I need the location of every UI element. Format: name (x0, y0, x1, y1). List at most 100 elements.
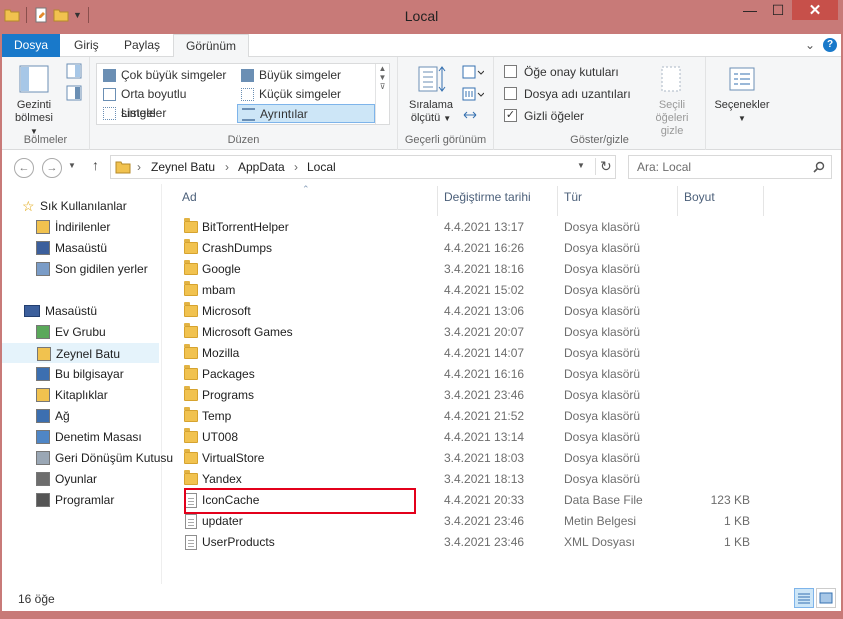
layout-details[interactable]: Ayrıntılar (237, 104, 375, 123)
layout-list[interactable]: Listele (99, 104, 235, 123)
hide-selected-button[interactable]: Seçili öğeleri gizle (642, 65, 702, 138)
layout-medium-icons[interactable]: Orta boyutlu simgeler (99, 85, 235, 120)
nav-desktop-item[interactable]: Ağ (2, 406, 70, 426)
nav-desktop-item[interactable]: Oyunlar (2, 469, 97, 489)
games-icon (36, 472, 50, 486)
nav-label: Oyunlar (55, 472, 98, 486)
file-name: Google (202, 262, 241, 276)
forward-button[interactable]: → (42, 158, 62, 178)
nav-favorites[interactable]: ☆ Sık Kullanılanlar (2, 196, 127, 216)
file-extensions-toggle[interactable]: Dosya adı uzantıları (504, 87, 631, 103)
preview-pane-icon[interactable] (66, 63, 82, 79)
options-button[interactable]: Seçenekler ▼ (710, 65, 774, 125)
recent-locations-icon[interactable]: ▼ (68, 161, 76, 170)
group-by-icon[interactable] (462, 65, 484, 81)
options-label: Seçenekler (714, 99, 770, 111)
breadcrumb-item[interactable]: Zeynel Batu (151, 160, 215, 174)
column-header-name[interactable]: Ad (182, 190, 197, 204)
layout-small-icons[interactable]: Küçük simgeler (237, 85, 375, 104)
nav-favorite-item[interactable]: Son gidilen yerler (2, 259, 148, 279)
refresh-icon[interactable]: ↻ (595, 158, 612, 175)
file-row[interactable]: BitTorrentHelper 4.4.2021 13:17 Dosya klas… (174, 217, 794, 238)
column-header-size[interactable]: Boyut (684, 190, 715, 204)
chevron-right-icon[interactable]: › (294, 160, 298, 174)
layout-extra-large-icons[interactable]: Çok büyük simgeler (99, 66, 235, 85)
checkbox-label: Öğe onay kutuları (524, 65, 619, 79)
breadcrumb-item[interactable]: AppData (238, 160, 285, 174)
maximize-button[interactable]: ☐ (764, 0, 792, 20)
file-row[interactable]: CrashDumps 4.4.2021 16:26 Dosya klasörü (174, 238, 794, 259)
close-button[interactable]: ✕ (792, 0, 838, 20)
checkbox-checked[interactable]: ✓ (504, 109, 517, 122)
file-date: 4.4.2021 21:52 (444, 409, 525, 423)
file-row[interactable]: Packages 4.4.2021 16:16 Dosya klasörü (174, 364, 794, 385)
up-arrow-icon[interactable]: ↑ (92, 157, 99, 173)
file-row[interactable]: updater 3.4.2021 23:46 Metin Belgesi 1 KB (174, 511, 794, 532)
search-input[interactable]: Ara: Local (637, 160, 691, 174)
nav-desktop[interactable]: Masaüstü (2, 301, 97, 321)
layout-large-icons[interactable]: Büyük simgeler (237, 66, 375, 85)
file-row[interactable]: Temp 4.4.2021 21:52 Dosya klasörü (174, 406, 794, 427)
details-view-button[interactable] (794, 588, 814, 608)
file-row[interactable]: UT008 4.4.2021 13:14 Dosya klasörü (174, 427, 794, 448)
file-row[interactable]: Microsoft Games 3.4.2021 20:07 Dosya klasö… (174, 322, 794, 343)
layout-gallery-scroll[interactable]: ▲ ▼ ⊽ (375, 64, 389, 124)
tab-share[interactable]: Paylaş (112, 34, 172, 57)
size-columns-icon[interactable] (462, 107, 478, 123)
chevron-right-icon[interactable]: › (225, 160, 229, 174)
add-columns-icon[interactable] (462, 87, 484, 103)
back-button[interactable]: ← (14, 158, 34, 178)
tab-file[interactable]: Dosya (2, 34, 60, 57)
file-row[interactable]: VirtualStore 3.4.2021 18:03 Dosya klasörü (174, 448, 794, 469)
file-type: Dosya klasörü (564, 472, 641, 486)
hidden-items-toggle[interactable]: ✓ Gizli öğeler (504, 109, 584, 125)
sort-by-button[interactable]: Sıralama ölçütü ▼ (404, 63, 458, 125)
column-divider[interactable] (557, 186, 558, 216)
file-row[interactable]: UserProducts 3.4.2021 23:46 XML Dosyası 1 K… (174, 532, 794, 553)
nav-desktop-item[interactable]: Programlar (2, 490, 114, 510)
column-divider[interactable] (677, 186, 678, 216)
minimize-button[interactable]: — (736, 0, 764, 20)
nav-desktop-item[interactable]: Ev Grubu (2, 322, 106, 342)
folder-icon (115, 161, 131, 174)
panes-group-label: Bölmeler (23, 134, 68, 146)
nav-favorite-item[interactable]: İndirilenler (2, 217, 110, 237)
file-row[interactable]: mbam 4.4.2021 15:02 Dosya klasörü (174, 280, 794, 301)
column-header-type[interactable]: Tür (564, 190, 582, 204)
search-icon[interactable] (813, 161, 825, 173)
nav-favorite-item[interactable]: Masaüstü (2, 238, 107, 258)
nav-desktop-item[interactable]: Denetim Masası (2, 427, 142, 447)
navigation-pane-button[interactable]: Gezinti bölmesi ▼ (12, 63, 56, 138)
file-row[interactable]: Yandex 3.4.2021 18:13 Dosya klasörü (174, 469, 794, 490)
nav-desktop-item[interactable]: Geri Dönüşüm Kutusu (2, 448, 173, 468)
small-icons-icon (241, 88, 254, 101)
checkbox[interactable] (504, 87, 517, 100)
help-icon[interactable]: ? (823, 38, 837, 52)
column-divider[interactable] (437, 186, 438, 216)
file-row[interactable]: Google 3.4.2021 18:16 Dosya klasörü (174, 259, 794, 280)
nav-desktop-item[interactable]: Zeynel Batu (2, 343, 159, 363)
large-icons-view-button[interactable] (816, 588, 836, 608)
address-dropdown-icon[interactable]: ▼ (577, 161, 585, 170)
chevron-right-icon[interactable]: › (137, 160, 141, 174)
nav-desktop-item[interactable]: Bu bilgisayar (2, 364, 124, 384)
nav-desktop-item[interactable]: Kitaplıklar (2, 385, 108, 405)
file-row[interactable]: Programs 3.4.2021 23:46 Dosya klasörü (174, 385, 794, 406)
tab-home[interactable]: Giriş (62, 34, 111, 57)
file-row[interactable]: Mozilla 4.4.2021 14:07 Dosya klasörü (174, 343, 794, 364)
file-row[interactable]: Microsoft 4.4.2021 13:06 Dosya klasörü (174, 301, 794, 322)
tab-view[interactable]: Görünüm (173, 34, 250, 58)
details-pane-icon[interactable] (66, 85, 82, 101)
nav-label: İndirilenler (55, 220, 111, 234)
address-bar[interactable]: › Zeynel Batu › AppData › Local ▼ ↻ (110, 155, 616, 179)
column-divider[interactable] (763, 186, 764, 216)
checkbox[interactable] (504, 65, 517, 78)
column-header-date[interactable]: Değiştirme tarihi (444, 190, 531, 204)
item-checkboxes-toggle[interactable]: Öğe onay kutuları (504, 65, 619, 81)
file-name: mbam (202, 283, 236, 297)
content-area: ☆ Sık Kullanılanlar İndirilenler Masaüstü… (2, 184, 841, 584)
breadcrumb-item[interactable]: Local (307, 160, 336, 174)
file-name: Packages (202, 367, 255, 381)
ribbon-expand-icon[interactable]: ⌄ (805, 38, 815, 52)
search-box[interactable]: Ara: Local (628, 155, 832, 179)
